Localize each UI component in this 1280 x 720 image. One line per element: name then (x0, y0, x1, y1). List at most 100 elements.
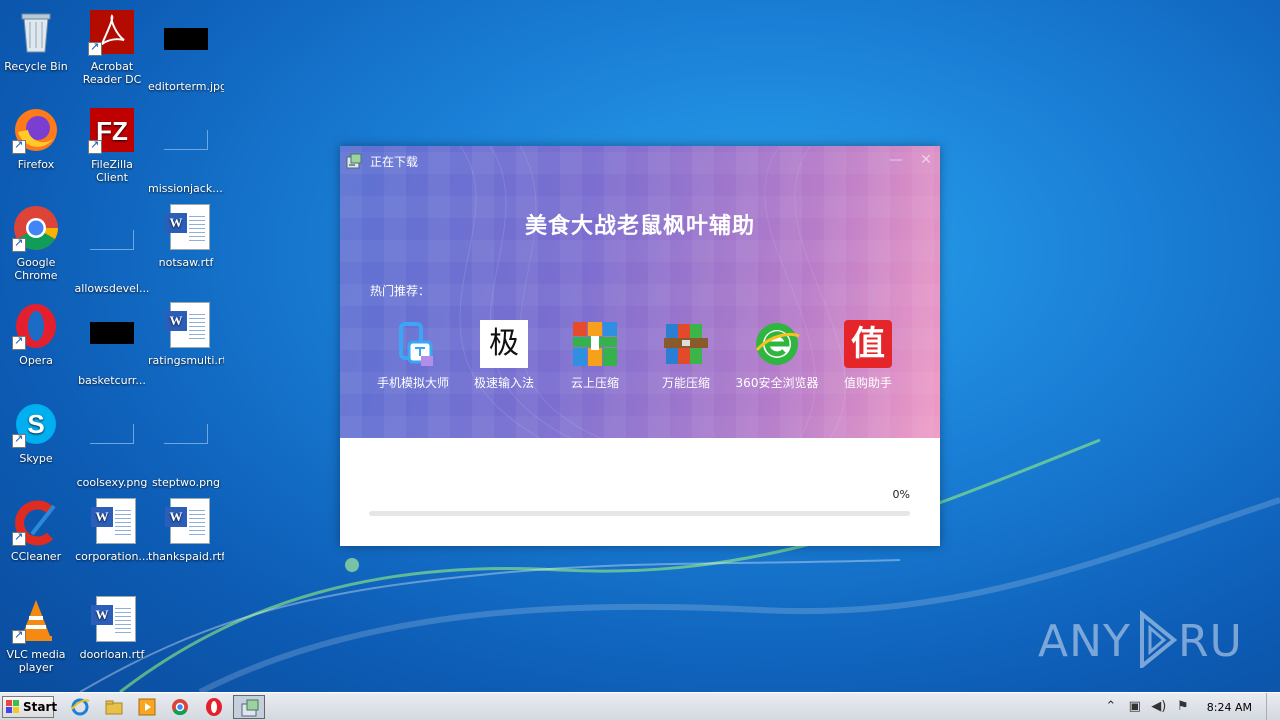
recommended-label: 热门推荐： (370, 284, 431, 298)
chrome-taskbar-icon[interactable] (170, 697, 190, 717)
desktop-icon-acrobat-reader[interactable]: Acrobat Reader DC (74, 8, 150, 86)
desktop-icon-firefox[interactable]: Firefox (0, 106, 74, 171)
app-label: 万能压缩 (661, 376, 710, 390)
acrobat-icon (88, 8, 136, 56)
desktop-icon-notsaw[interactable]: notsaw.rtf (148, 204, 224, 269)
installer-icon (346, 153, 362, 169)
desktop-icon-label: editorterm.jpg (148, 80, 224, 93)
download-progress-bar (369, 511, 910, 516)
shortcut-arrow-icon (12, 334, 26, 350)
progress-percentage: 0% (892, 488, 910, 501)
desktop-icon-google-chrome[interactable]: Google Chrome (0, 204, 74, 282)
start-label: Start (23, 700, 58, 714)
desktop-icon-label: VLC media player (6, 648, 66, 674)
word-document-icon (162, 302, 210, 350)
word-document-icon (88, 596, 136, 644)
opera-taskbar-icon[interactable] (204, 697, 224, 717)
download-dialog: 正在下载 — ✕ 美食大战老鼠枫叶辅助 热门推荐： 手机模拟大师 极 极速输入法 (340, 146, 940, 546)
app-label: 云上压缩 (570, 376, 619, 390)
action-center-flag-icon[interactable]: ⚑ (1173, 697, 1193, 717)
show-desktop-button[interactable] (1266, 693, 1280, 720)
media-player-icon[interactable] (137, 697, 157, 717)
app-label: 极速输入法 (473, 376, 534, 390)
desktop-icon-steptwo[interactable]: steptwo.png (148, 400, 224, 489)
word-document-icon (88, 498, 136, 546)
desktop-icon-opera[interactable]: Opera (0, 302, 74, 367)
windows-logo-icon (6, 700, 20, 714)
desktop-icon-corporation[interactable]: corporation... (74, 498, 150, 563)
app-phone-emulator[interactable]: 手机模拟大师 (368, 320, 458, 391)
cloud-compress-icon (571, 320, 619, 368)
file-explorer-icon[interactable] (104, 697, 124, 717)
desktop-icon-label: doorloan.rtf (79, 648, 145, 661)
image-file-icon (162, 424, 210, 472)
shortcut-arrow-icon (88, 138, 102, 154)
app-cloud-compress[interactable]: 云上压缩 (550, 320, 640, 391)
filezilla-icon: FZ (88, 106, 136, 154)
desktop-icon-label: CCleaner (10, 550, 62, 563)
app-input-method[interactable]: 极 极速输入法 (459, 320, 549, 391)
minimize-icon[interactable]: — (886, 150, 906, 170)
desktop-icon-thankspaid[interactable]: thankspaid.rtf (148, 498, 224, 563)
desktop-icon-label: thankspaid.rtf (148, 550, 224, 563)
desktop-icon-missionjack[interactable]: missionjack.... (148, 106, 224, 195)
image-file-icon (88, 322, 136, 370)
desktop-icon-doorloan[interactable]: doorloan.rtf (74, 596, 150, 661)
anyrun-logo: ANY RUN (1038, 609, 1276, 671)
desktop-icon-label: missionjack.... (148, 182, 224, 195)
shortcut-arrow-icon (12, 432, 26, 448)
input-method-icon: 极 (480, 320, 528, 368)
app-browser-360[interactable]: 360安全浏览器 (732, 320, 822, 391)
desktop-icon-label: notsaw.rtf (158, 256, 214, 269)
system-tray: ⌃ ▣ ◀) ⚑ 8:24 AM (1097, 693, 1280, 720)
desktop-icon-vlc-media-player[interactable]: VLC media player (0, 596, 74, 674)
vlc-icon (12, 596, 60, 644)
desktop-icon-label: coolsexy.png (76, 476, 148, 489)
phone-emulator-icon (389, 320, 437, 368)
shortcut-arrow-icon (12, 138, 26, 154)
svg-text:ANY: ANY (1038, 616, 1131, 667)
desktop-icon-label: basketcurr... (78, 374, 146, 387)
desktop-icon-ccleaner[interactable]: CCleaner (0, 498, 74, 563)
app-archive[interactable]: 万能压缩 (641, 320, 731, 391)
desktop-icon-label: Recycle Bin (4, 60, 68, 73)
image-file-icon (162, 130, 210, 178)
desktop-icon-basketcurr[interactable]: basketcurr... (74, 302, 150, 387)
internet-explorer-icon[interactable] (70, 697, 90, 717)
start-button[interactable]: Start (2, 696, 58, 718)
dialog-heading: 美食大战老鼠枫叶辅助 (524, 214, 755, 239)
anyrun-watermark: ANY RUN (1038, 608, 1276, 679)
desktop-icon-recycle-bin[interactable]: Recycle Bin (0, 8, 74, 73)
input-method-glyph: 极 (489, 326, 519, 361)
desktop-icon-skype[interactable]: S Skype (0, 400, 74, 465)
app-shopping-assistant[interactable]: 值 值购助手 (823, 320, 913, 391)
shopping-assistant-icon: 值 (844, 320, 892, 368)
shortcut-arrow-icon (12, 236, 26, 252)
desktop-icon-coolsexy[interactable]: coolsexy.png (74, 400, 150, 489)
desktop-icon-label: Skype (19, 452, 53, 465)
desktop-icon-editorterm[interactable]: editorterm.jpg (148, 8, 224, 93)
chrome-icon (12, 204, 60, 252)
word-document-icon (162, 498, 210, 546)
volume-icon[interactable]: ◀) (1149, 697, 1169, 717)
desktop-icon-label: Acrobat Reader DC (82, 60, 142, 86)
show-hidden-icons-icon[interactable]: ⌃ (1101, 697, 1121, 717)
browser-360-icon (753, 320, 801, 368)
shortcut-arrow-icon (12, 530, 26, 546)
svg-text:S: S (27, 409, 44, 439)
dialog-banner: 正在下载 — ✕ 美食大战老鼠枫叶辅助 热门推荐： 手机模拟大师 极 极速输入法 (340, 146, 940, 438)
skype-icon: S (12, 400, 60, 448)
desktop-icon-ratingsmulti[interactable]: ratingsmulti.rtf (148, 302, 224, 367)
word-document-icon (162, 204, 210, 252)
taskbar-active-installer[interactable] (233, 695, 265, 719)
desktop-icon-allowsdevel[interactable]: allowsdevel... (74, 204, 150, 295)
shopping-assistant-glyph: 值 (851, 324, 885, 364)
desktop-icon-label: Opera (19, 354, 53, 367)
installer-taskbar-icon (240, 698, 260, 718)
network-icon[interactable]: ▣ (1125, 697, 1145, 717)
desktop-icon-filezilla[interactable]: FZ FileZilla Client (74, 106, 150, 184)
close-icon[interactable]: ✕ (916, 150, 936, 170)
ccleaner-icon (12, 498, 60, 546)
desktop-icon-label: corporation... (75, 550, 149, 563)
clock[interactable]: 8:24 AM (1207, 701, 1252, 714)
